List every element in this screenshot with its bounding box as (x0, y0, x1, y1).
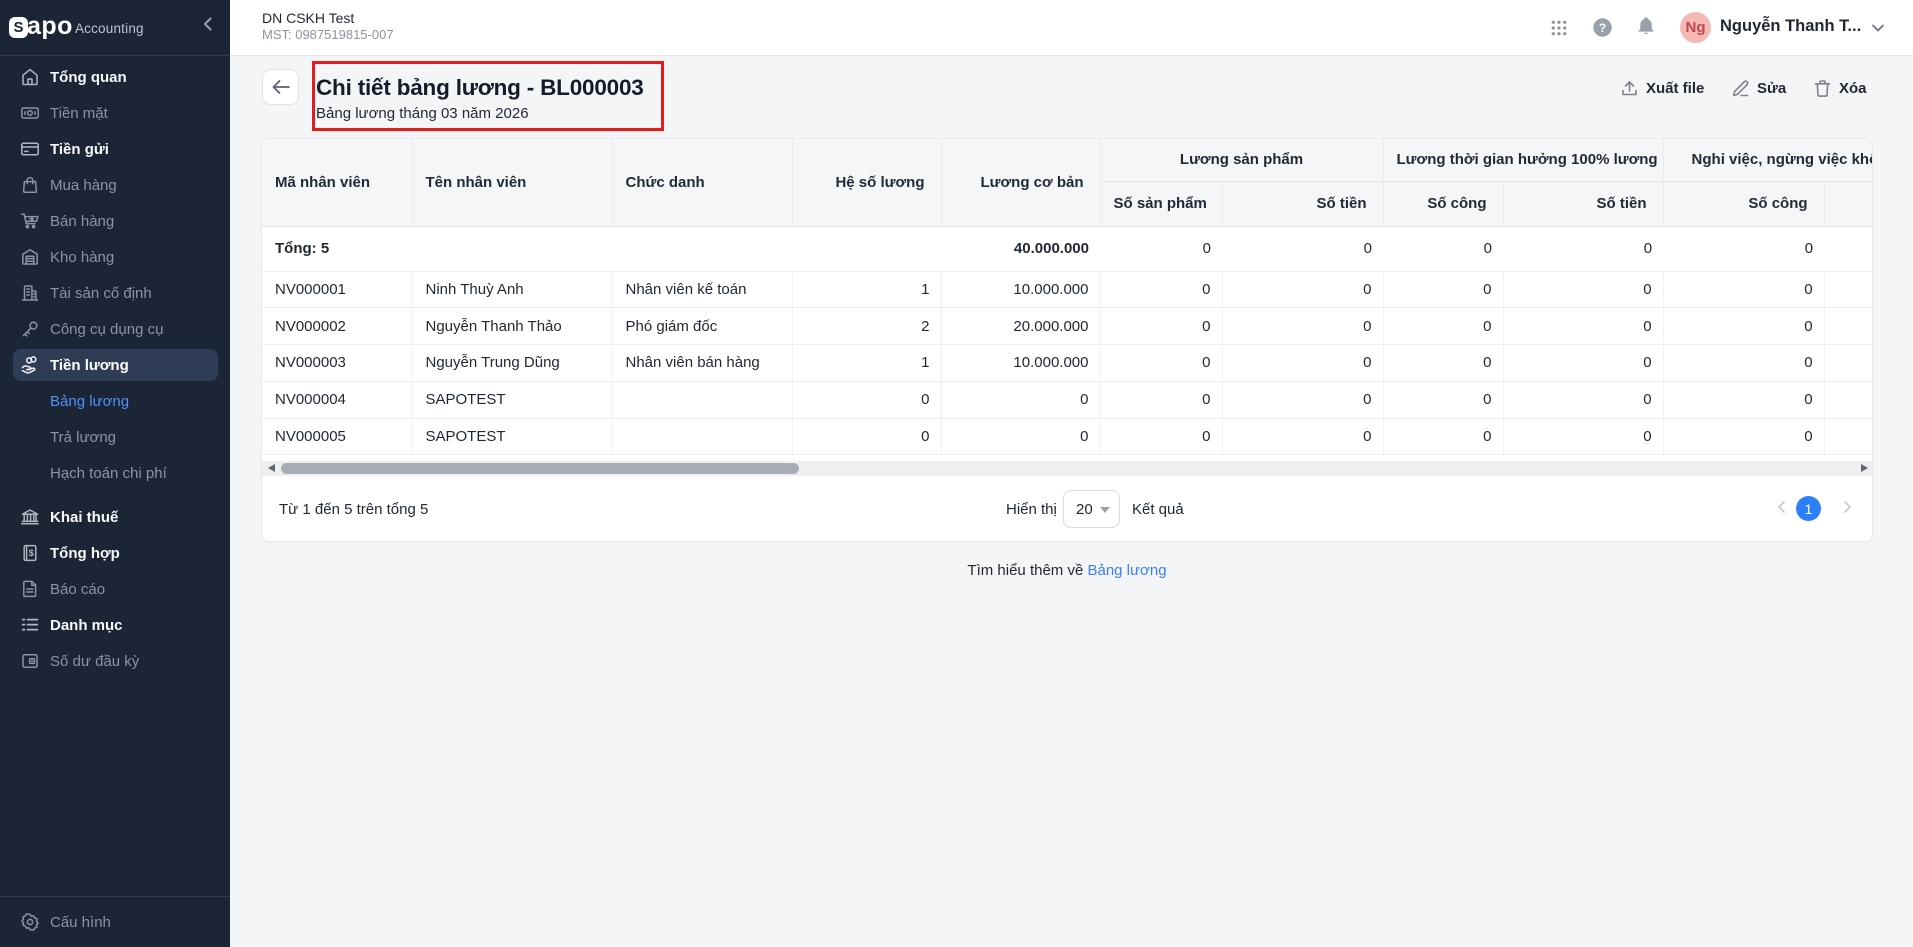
svg-text:?: ? (1599, 21, 1606, 35)
svg-text:$: $ (29, 548, 34, 558)
